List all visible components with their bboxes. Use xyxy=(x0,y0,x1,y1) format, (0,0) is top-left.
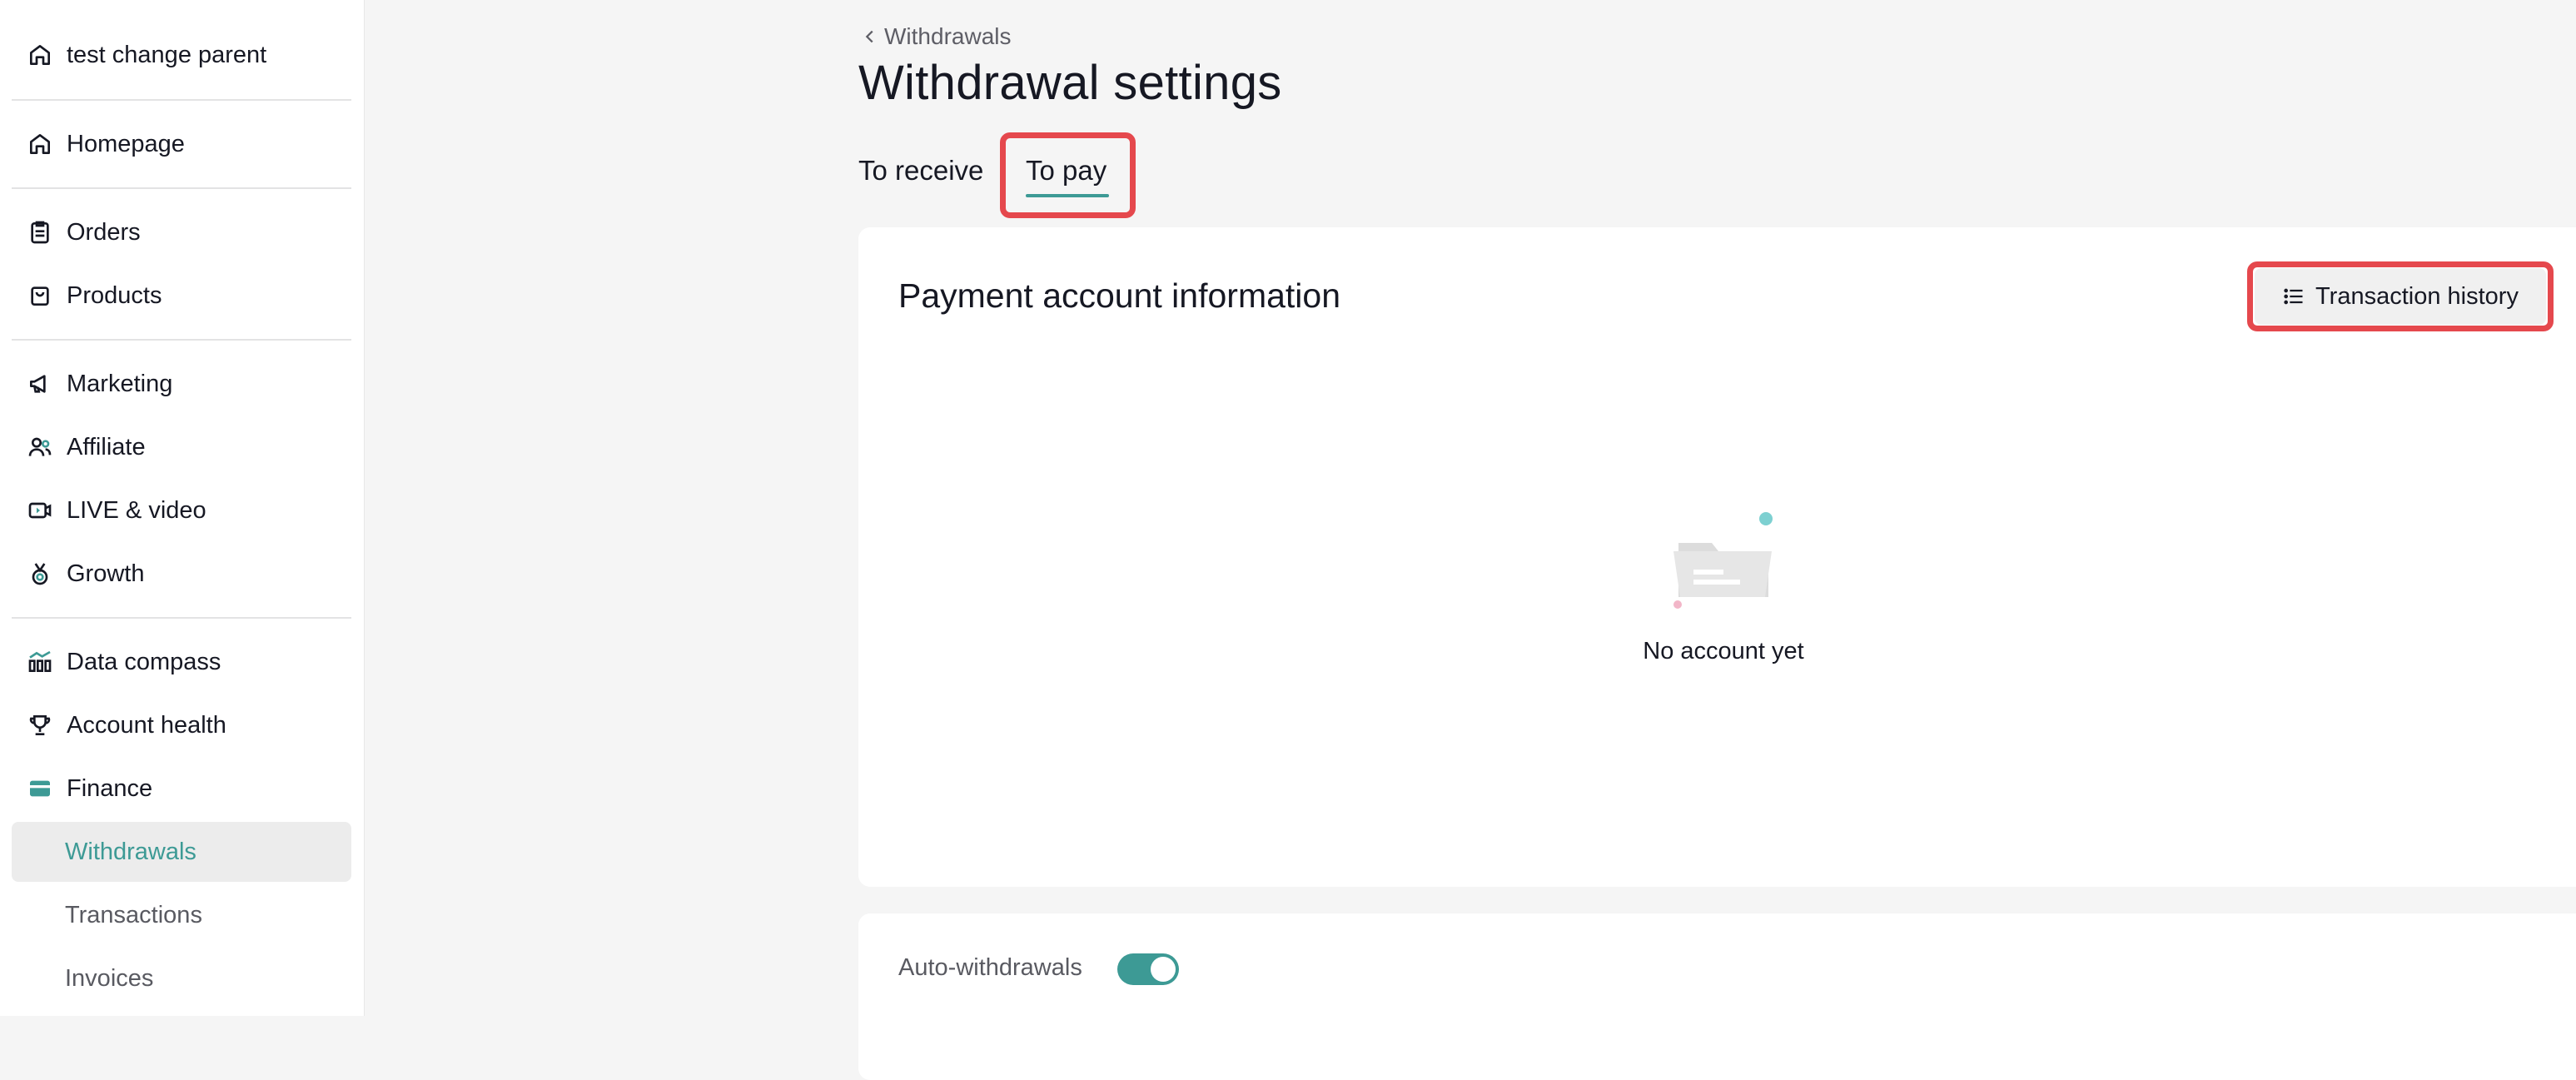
sidebar: test change parent Homepage Orders Produ… xyxy=(0,0,365,1016)
clipboard-icon xyxy=(27,216,60,249)
sidebar-item-finance[interactable]: Finance xyxy=(12,759,351,819)
sidebar-item-orders[interactable]: Orders xyxy=(12,202,351,262)
sidebar-item-label: LIVE & video xyxy=(67,496,206,524)
payment-account-title: Payment account information xyxy=(898,276,1340,315)
sidebar-item-data-compass[interactable]: Data compass xyxy=(12,632,351,692)
sidebar-item-label: Homepage xyxy=(67,130,185,157)
sidebar-subitem-label: Invoices xyxy=(65,964,154,992)
sidebar-item-label: Data compass xyxy=(67,648,221,675)
highlight-box-tab xyxy=(1000,132,1136,218)
sidebar-item-homepage[interactable]: Homepage xyxy=(12,114,351,174)
back-link-label: Withdrawals xyxy=(884,23,1012,49)
sidebar-item-label: Products xyxy=(67,281,162,309)
chevron-left-icon xyxy=(865,30,873,43)
sidebar-item-products[interactable]: Products xyxy=(12,266,351,326)
sidebar-item-account-health[interactable]: Account health xyxy=(12,695,351,755)
sidebar-item-label: Finance xyxy=(67,774,153,802)
sidebar-subitem-withdrawals[interactable]: Withdrawals xyxy=(12,822,351,882)
wallet-icon xyxy=(27,772,60,805)
sidebar-item-label: Growth xyxy=(67,560,145,587)
divider xyxy=(12,187,351,189)
shop-switcher[interactable]: test change parent xyxy=(12,25,351,85)
sidebar-item-label: Affiliate xyxy=(67,433,146,460)
toggle-knob xyxy=(1151,957,1176,982)
tab-to-receive[interactable]: To receive xyxy=(858,155,983,187)
divider xyxy=(12,617,351,619)
divider xyxy=(12,339,351,341)
sidebar-item-label: Marketing xyxy=(67,370,173,397)
empty-folder-icon xyxy=(1673,512,1773,609)
sidebar-item-growth[interactable]: Growth xyxy=(12,544,351,604)
users-icon xyxy=(27,431,60,464)
shopping-bag-icon xyxy=(27,279,60,312)
bar-chart-icon xyxy=(27,645,60,679)
sidebar-subitem-transactions[interactable]: Transactions xyxy=(12,885,351,945)
highlight-box-history xyxy=(2247,261,2554,331)
home-icon xyxy=(27,38,60,72)
megaphone-icon xyxy=(27,367,60,401)
video-icon xyxy=(27,494,60,527)
page-title: Withdrawal settings xyxy=(858,56,1282,110)
sidebar-item-marketing[interactable]: Marketing xyxy=(12,354,351,414)
sidebar-item-label: Orders xyxy=(67,218,141,246)
back-link[interactable]: Withdrawals xyxy=(861,23,1011,50)
auto-withdrawals-toggle[interactable] xyxy=(1117,953,1179,985)
auto-withdrawals-card xyxy=(858,913,2576,1080)
sidebar-item-label: Account health xyxy=(67,711,226,739)
sidebar-item-live-video[interactable]: LIVE & video xyxy=(12,480,351,540)
sidebar-subitem-invoices[interactable]: Invoices xyxy=(12,948,351,1008)
auto-withdrawals-label: Auto-withdrawals xyxy=(898,954,1082,981)
home-icon xyxy=(27,127,60,161)
shop-name: test change parent xyxy=(67,41,267,68)
sidebar-subitem-label: Transactions xyxy=(65,901,202,928)
trophy-icon xyxy=(27,709,60,742)
divider xyxy=(12,99,351,101)
sidebar-subitem-label: Withdrawals xyxy=(65,838,196,865)
medal-icon xyxy=(27,557,60,590)
sidebar-item-affiliate[interactable]: Affiliate xyxy=(12,417,351,477)
empty-state-text: No account yet xyxy=(1643,638,1804,664)
